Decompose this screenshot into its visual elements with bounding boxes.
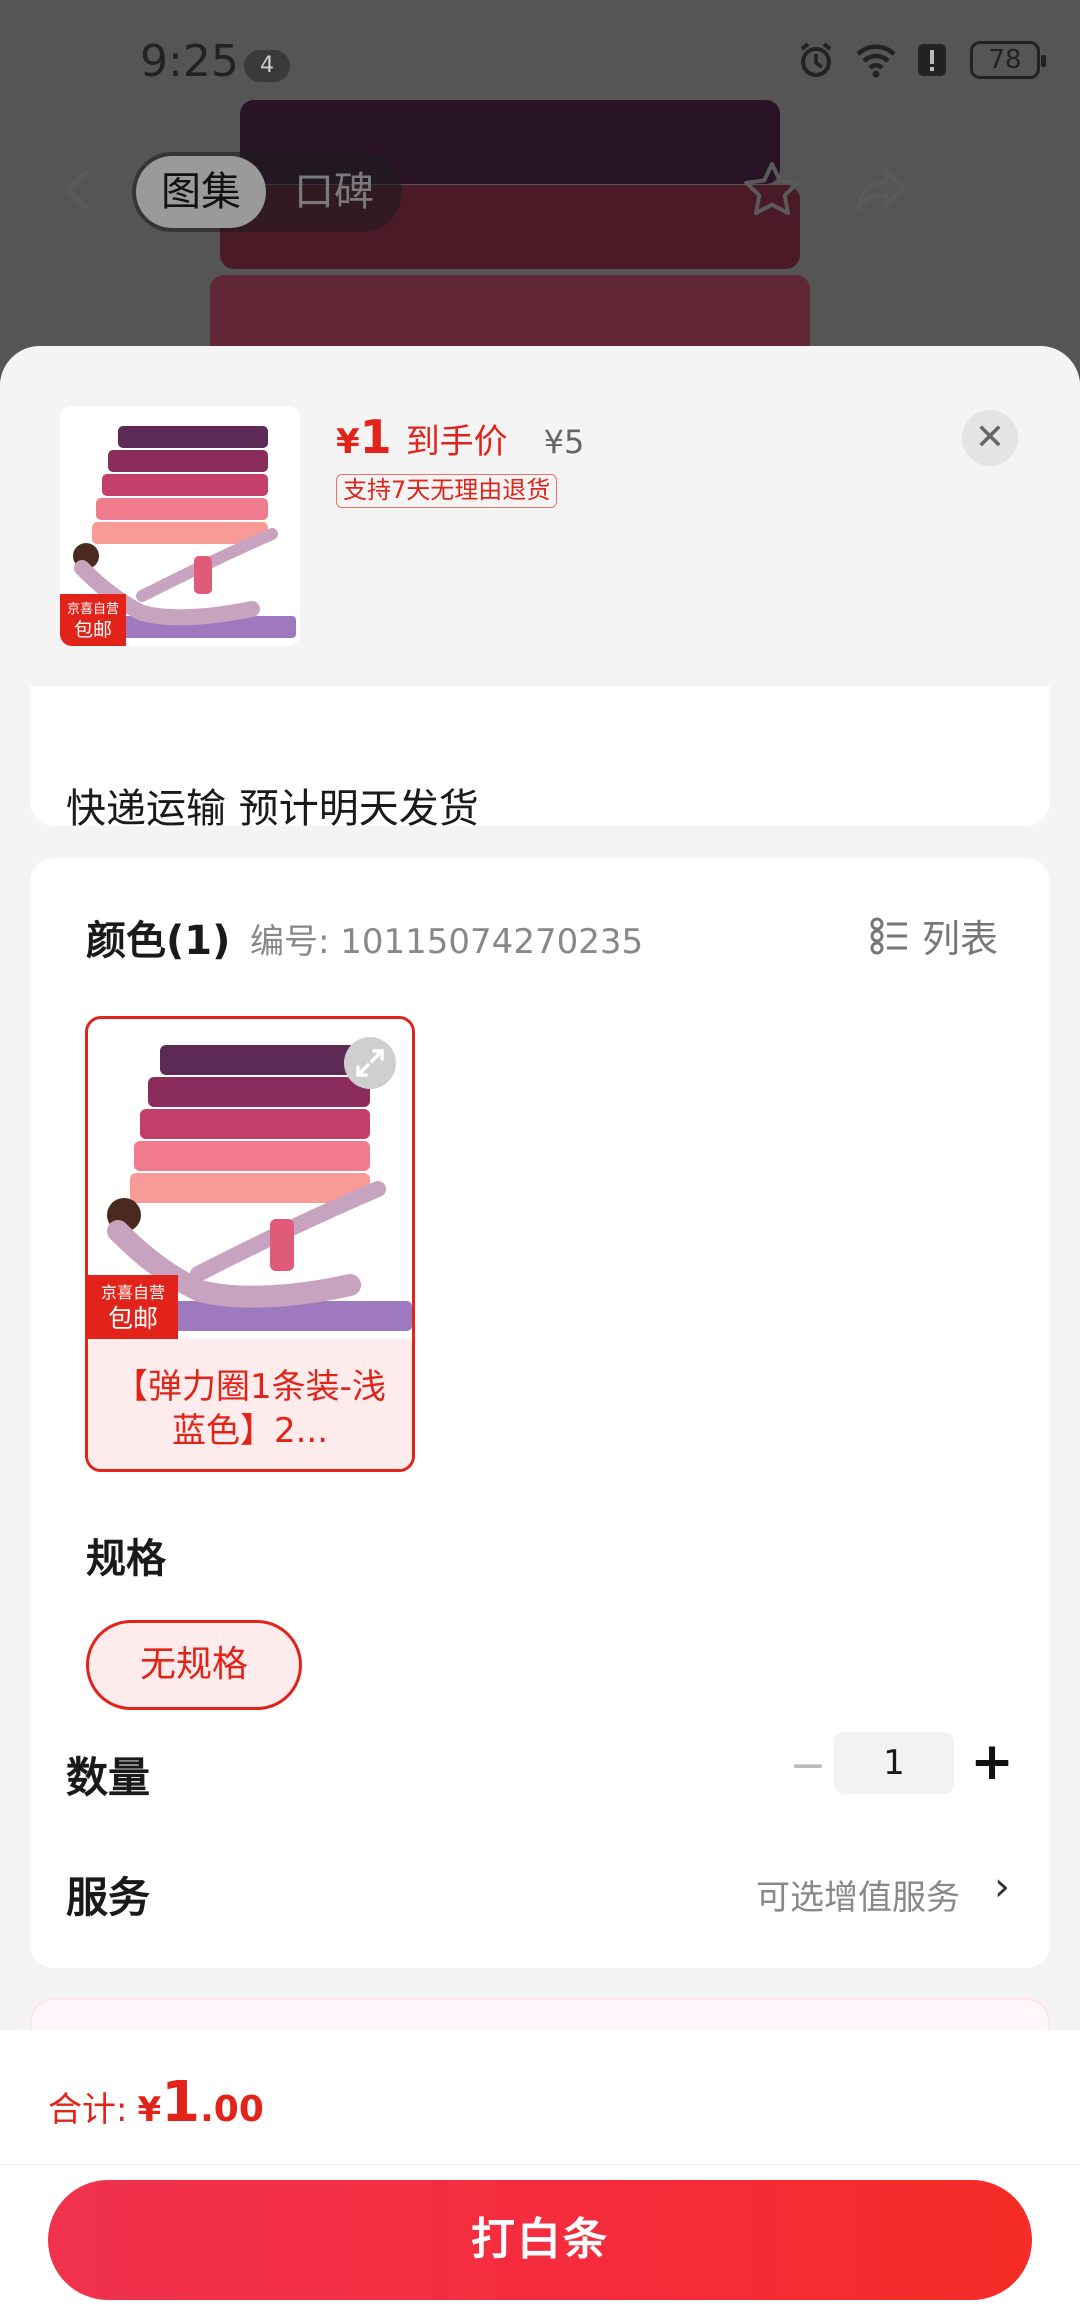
product-code: 编号: 10115074270235 [250, 922, 644, 962]
quantity-input[interactable]: 1 [834, 1732, 954, 1794]
tab-gallery[interactable]: 图集 [136, 156, 266, 228]
gallery-tabs: 图集 口碑 [132, 152, 402, 232]
thumb-badge-bottom: 包邮 [74, 619, 112, 641]
status-bar: 9:25 4 78 [0, 0, 1080, 130]
color-option[interactable]: 京喜自营 包邮 【弹力圈1条装-浅蓝色】2... [85, 1016, 415, 1472]
product-thumbnail[interactable]: 京喜自营 包邮 [60, 406, 300, 646]
status-time: 9:25 [140, 36, 239, 87]
sheet-header: 京喜自营 包邮 ¥1 到手价 ¥5 支持7天无理由退货 ✕ [0, 346, 1080, 686]
total-currency: ¥ [137, 2090, 162, 2130]
color-option-label: 【弹力圈1条装-浅蓝色】2... [88, 1339, 412, 1469]
chevron-right-icon[interactable]: › [994, 1864, 1010, 1910]
total-label: 合计: [48, 2090, 128, 2130]
baitiao-pay-button[interactable]: 打白条 [48, 2180, 1032, 2300]
list-icon [870, 916, 910, 956]
wifi-icon [854, 40, 896, 80]
list-toggle-label: 列表 [921, 917, 998, 961]
checkout-footer: 合计: ¥ 1 .00 打白条 [0, 2030, 1080, 2310]
product-top-nav: 图集 口碑 ••• [0, 140, 1080, 240]
alert-icon [912, 40, 952, 80]
star-icon[interactable] [740, 158, 804, 222]
battery-icon: 78 [970, 41, 1046, 79]
return-policy-tag: 支持7天无理由退货 [336, 474, 558, 508]
spec-section-title: 规格 [86, 1536, 166, 1582]
tab-reviews[interactable]: 口碑 [294, 156, 394, 228]
delivery-info: 快递运输 预计明天发货 [66, 786, 479, 832]
more-icon[interactable]: ••• [958, 158, 1033, 222]
thumb-badge-top: 京喜自营 [67, 602, 119, 617]
footer-divider [0, 2164, 1080, 2165]
back-icon[interactable] [50, 160, 110, 220]
notification-badge: 4 [244, 50, 290, 82]
total-price: 合计: ¥ 1 .00 [48, 2070, 264, 2135]
option-badge-top: 京喜自营 [101, 1283, 165, 1302]
price-row: ¥1 到手价 ¥5 [336, 410, 584, 464]
total-decimal: .00 [200, 2089, 264, 2130]
current-price: ¥1 [336, 410, 392, 464]
original-price: ¥5 [543, 423, 585, 461]
option-badge-bottom: 包邮 [108, 1304, 158, 1333]
alarm-icon [796, 40, 836, 80]
list-view-toggle[interactable]: 列表 [870, 908, 998, 963]
share-icon[interactable] [850, 158, 914, 222]
quantity-increment-button[interactable]: + [962, 1732, 1022, 1792]
sku-selector-sheet: 快递运输 预计明天发货 京喜自营 包邮 ¥1 到手价 ¥5 支持7天无理由退货 … [0, 346, 1080, 2310]
quantity-decrement-button[interactable]: − [778, 1736, 838, 1796]
close-icon[interactable]: ✕ [962, 410, 1018, 466]
service-label: 服务 [66, 1873, 151, 1922]
spec-option-chip[interactable]: 无规格 [86, 1620, 302, 1710]
quantity-label: 数量 [66, 1753, 151, 1802]
sku-options-card: 颜色(1) 编号: 10115074270235 列表 京喜自营 包邮 【弹力圈… [30, 858, 1050, 1968]
total-integer: 1 [161, 2070, 201, 2135]
color-section-title: 颜色(1) [86, 918, 231, 964]
expand-icon[interactable] [344, 1037, 396, 1089]
service-value[interactable]: 可选增值服务 [756, 1870, 960, 1919]
price-label: 到手价 [405, 422, 508, 462]
